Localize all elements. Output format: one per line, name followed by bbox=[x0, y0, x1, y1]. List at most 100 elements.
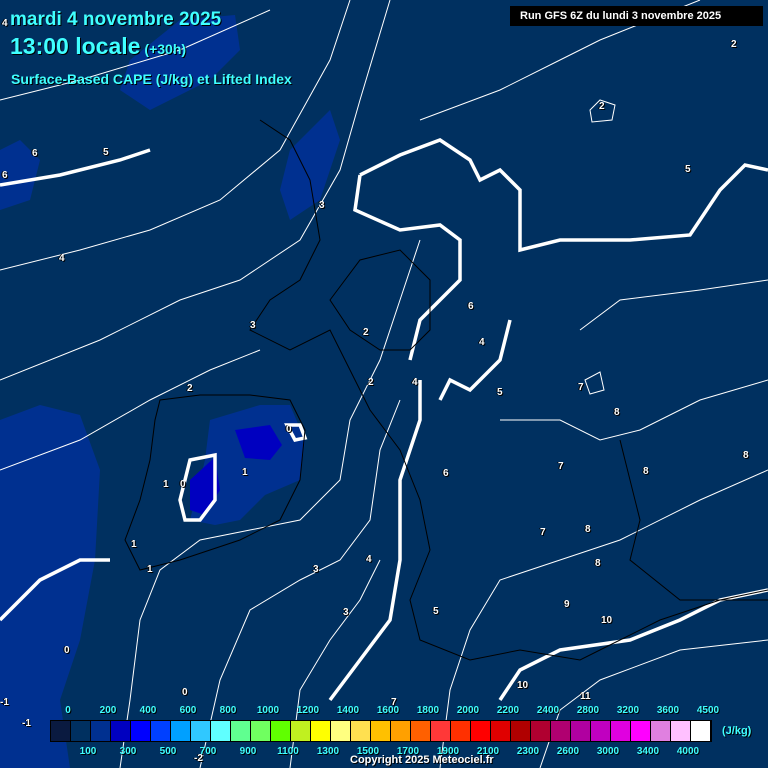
colorbar-label: 2200 bbox=[496, 705, 520, 716]
colorbar-unit: (J/kg) bbox=[722, 725, 752, 737]
colorbar-swatch bbox=[391, 721, 411, 741]
contour-label: 6 bbox=[443, 468, 449, 479]
forecast-date: mardi 4 novembre 2025 bbox=[10, 9, 222, 30]
cape-region-hebrides bbox=[280, 110, 340, 220]
contour-label: 4 bbox=[59, 253, 65, 264]
contour-label: 8 bbox=[743, 450, 749, 461]
colorbar-swatch bbox=[671, 721, 691, 741]
colorbar-swatch bbox=[591, 721, 611, 741]
colorbar-label: 200 bbox=[99, 705, 117, 716]
colorbar-label: 700 bbox=[199, 746, 217, 757]
colorbar-label: 1000 bbox=[256, 705, 280, 716]
colorbar-label: 1800 bbox=[416, 705, 440, 716]
contour-label: 6 bbox=[2, 170, 8, 181]
local-time: 13:00 locale bbox=[10, 33, 141, 59]
colorbar-swatch bbox=[131, 721, 151, 741]
contour-label: 2 bbox=[187, 383, 193, 394]
colorbar-label: 3000 bbox=[596, 746, 620, 757]
colorbar-swatch bbox=[691, 721, 711, 741]
contour-label: 11 bbox=[580, 691, 591, 702]
colorbar-swatch bbox=[451, 721, 471, 741]
colorbar-label: 1300 bbox=[316, 746, 340, 757]
colorbar-label: 2600 bbox=[556, 746, 580, 757]
contour-label: 3 bbox=[313, 564, 319, 575]
contour-label: 7 bbox=[540, 527, 546, 538]
colorbar-label: 3400 bbox=[636, 746, 660, 757]
colorbar-swatch bbox=[571, 721, 591, 741]
contour-label: -1 bbox=[22, 718, 31, 729]
colorbar-swatch bbox=[511, 721, 531, 741]
contour-label: 2 bbox=[731, 39, 737, 50]
contour-label: 1 bbox=[147, 564, 153, 575]
colorbar-swatch bbox=[431, 721, 451, 741]
run-info: Run GFS 6Z du lundi 3 novembre 2025 bbox=[510, 6, 763, 26]
colorbar-label: 2400 bbox=[536, 705, 560, 716]
colorbar-swatch bbox=[251, 721, 271, 741]
colorbar-swatch bbox=[111, 721, 131, 741]
colorbar-swatch bbox=[351, 721, 371, 741]
colorbar-label: 100 bbox=[79, 746, 97, 757]
colorbar-swatch bbox=[71, 721, 91, 741]
colorbar-swatch bbox=[51, 721, 71, 741]
colorbar-label: 1400 bbox=[336, 705, 360, 716]
colorbar-swatch bbox=[171, 721, 191, 741]
colorbar-swatch bbox=[91, 721, 111, 741]
contour-label: 8 bbox=[595, 558, 601, 569]
colorbar-swatch bbox=[631, 721, 651, 741]
contour-label: 4 bbox=[2, 18, 8, 29]
colorbar-label: 500 bbox=[159, 746, 177, 757]
colorbar-swatch bbox=[291, 721, 311, 741]
contour-label: 8 bbox=[643, 466, 649, 477]
map-title: Surface-Based CAPE (J/kg) et Lifted Inde… bbox=[11, 71, 292, 87]
colorbar-swatch bbox=[651, 721, 671, 741]
colorbar-swatch bbox=[491, 721, 511, 741]
colorbar-swatch bbox=[551, 721, 571, 741]
contour-label: 4 bbox=[366, 554, 372, 565]
colorbar-swatch bbox=[471, 721, 491, 741]
contour-label: 0 bbox=[180, 479, 186, 490]
colorbar-swatch bbox=[231, 721, 251, 741]
colorbar-label: 2300 bbox=[516, 746, 540, 757]
colorbar-swatch bbox=[611, 721, 631, 741]
contour-label: 1 bbox=[242, 467, 248, 478]
contour-label: 3 bbox=[250, 320, 256, 331]
colorbar-label: 900 bbox=[239, 746, 257, 757]
contour-label: 10 bbox=[601, 615, 613, 626]
contour-label: 3 bbox=[319, 200, 325, 211]
colorbar-swatch bbox=[531, 721, 551, 741]
contour-label: 4 bbox=[412, 377, 418, 388]
colorbar-swatch bbox=[371, 721, 391, 741]
contour-label: 4 bbox=[479, 337, 485, 348]
contour-label: 5 bbox=[433, 606, 439, 617]
contour-label: 8 bbox=[585, 524, 591, 535]
colorbar-swatch bbox=[411, 721, 431, 741]
contour-label: 6 bbox=[468, 301, 474, 312]
contour-label: 7 bbox=[578, 382, 584, 393]
weather-map-panel: mardi 4 novembre 2025 13:00 locale (+30h)… bbox=[0, 0, 768, 768]
contour-label: 2 bbox=[599, 101, 605, 112]
contour-label: 2 bbox=[368, 377, 374, 388]
copyright: Copyright 2025 Meteociel.fr bbox=[350, 754, 494, 766]
colorbar-swatch bbox=[331, 721, 351, 741]
contour-label: 7 bbox=[558, 461, 564, 472]
contour-label: 5 bbox=[497, 387, 503, 398]
thin-contours bbox=[0, 0, 768, 768]
colorbar-label: 3200 bbox=[616, 705, 640, 716]
colorbar-label: 2000 bbox=[456, 705, 480, 716]
contour-label: 5 bbox=[685, 164, 691, 175]
cape-colorbar bbox=[50, 720, 712, 742]
colorbar-label: 600 bbox=[179, 705, 197, 716]
colorbar-swatch bbox=[211, 721, 231, 741]
colorbar-label: 4500 bbox=[696, 705, 720, 716]
colorbar-label: 800 bbox=[219, 705, 237, 716]
forecast-time: 13:00 locale (+30h) bbox=[10, 33, 186, 60]
colorbar-swatch bbox=[311, 721, 331, 741]
contour-label: 6 bbox=[32, 148, 38, 159]
contour-label: 0 bbox=[286, 424, 292, 435]
contour-label: 9 bbox=[564, 599, 570, 610]
colorbar-label: 3600 bbox=[656, 705, 680, 716]
cape-map bbox=[0, 0, 768, 768]
colorbar-label: 1600 bbox=[376, 705, 400, 716]
contour-label: 3 bbox=[343, 607, 349, 618]
colorbar-label: 4000 bbox=[676, 746, 700, 757]
